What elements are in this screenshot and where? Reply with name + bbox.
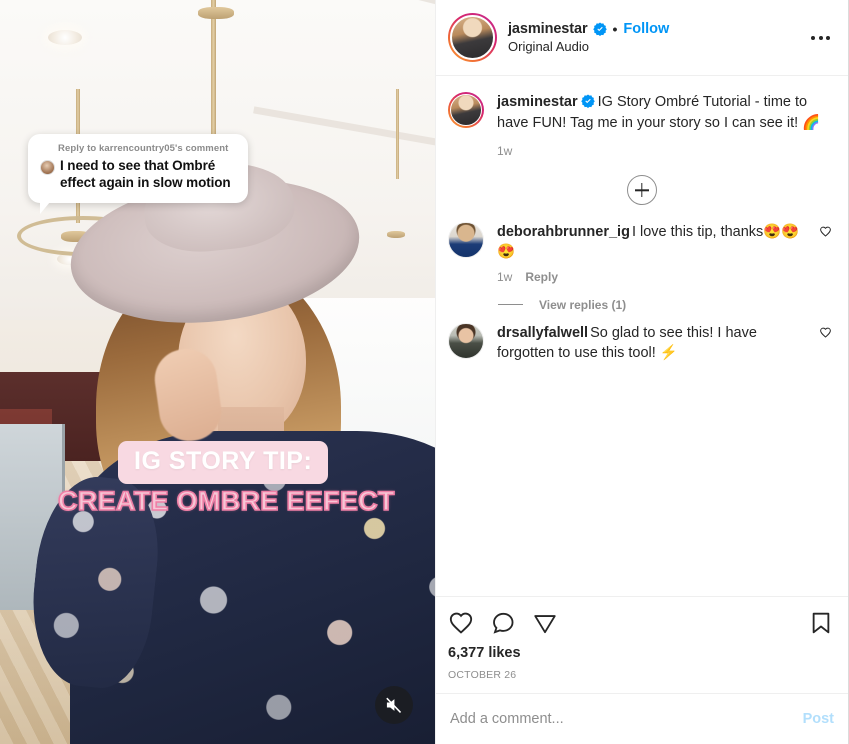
commenter-username[interactable]: deborahbrunner_ig — [497, 224, 630, 240]
reply-overlay-text: I need to see that Ombré effect again in… — [60, 158, 231, 190]
action-icons-left — [448, 610, 558, 636]
comment-item: drsallyfalwell So glad to see this! I hav… — [436, 312, 848, 364]
verified-badge-icon — [592, 22, 607, 36]
pendant-canopy — [197, 7, 234, 20]
avatar-image — [450, 15, 495, 60]
header-separator: • — [612, 21, 618, 37]
follow-button[interactable]: Follow — [623, 21, 669, 37]
comment-input[interactable] — [450, 711, 793, 727]
avatar-image — [450, 94, 482, 126]
load-more-comments[interactable] — [436, 175, 848, 206]
post-comment-button[interactable]: Post — [793, 711, 834, 727]
commenter-avatar[interactable] — [448, 322, 484, 359]
post-header: jasminestar • Follow Original Audio — [436, 0, 848, 76]
header-username-row: jasminestar • Follow — [508, 21, 801, 37]
reply-overlay-header: Reply to karrencountry05's comment — [58, 143, 229, 154]
caption-text-block: jasminestar IG Story Ombré Tutorial - tim… — [497, 92, 834, 158]
likes-count[interactable]: 6,377 likes — [448, 645, 834, 661]
comment-text-line: drsallyfalwell So glad to see this! I hav… — [497, 323, 811, 364]
dot — [811, 35, 815, 40]
caption-line: jasminestar IG Story Ombré Tutorial - tim… — [497, 92, 834, 133]
audio-label[interactable]: Original Audio — [508, 39, 801, 54]
action-icons-row — [448, 604, 834, 640]
reply-overlay-bubble: Reply to karrencountry05's comment I nee… — [28, 134, 248, 214]
comment-item: deborahbrunner_ig I love this tip, thanks… — [436, 211, 848, 284]
video-player[interactable]: Reply to karrencountry05's comment I nee… — [0, 0, 435, 744]
header-text-block: jasminestar • Follow Original Audio — [508, 21, 801, 54]
commenter-avatar[interactable] — [448, 222, 484, 259]
share-paper-plane-icon[interactable] — [532, 610, 558, 636]
verified-badge-icon — [580, 94, 595, 108]
caption-block: jasminestar IG Story Ombré Tutorial - tim… — [436, 76, 848, 158]
comment-bubble-icon[interactable] — [490, 610, 516, 636]
view-replies-label: View replies (1) — [539, 297, 627, 312]
comment-reply-button[interactable]: Reply — [525, 270, 558, 284]
dot — [818, 35, 823, 40]
comment-body: deborahbrunner_ig I love this tip, thanks… — [497, 222, 811, 284]
recessed-light — [47, 29, 82, 45]
heart-outline-icon[interactable] — [448, 610, 474, 636]
instagram-post: Reply to karrencountry05's comment I nee… — [0, 0, 849, 744]
post-sidebar: jasminestar • Follow Original Audio jasm… — [435, 0, 849, 744]
post-actions: 6,377 likes OCTOBER 26 — [436, 596, 848, 693]
plus-circle-icon[interactable] — [627, 175, 657, 206]
tip-subtitle-text: CREATE OMBRE EEFECT — [57, 485, 395, 517]
heart-outline-icon[interactable] — [811, 222, 834, 284]
comments-scroll-area[interactable]: jasminestar IG Story Ombré Tutorial - tim… — [436, 76, 848, 596]
avatar[interactable] — [448, 13, 497, 62]
replies-rule — [498, 304, 523, 306]
caption-avatar[interactable] — [448, 92, 484, 128]
caption-username[interactable]: jasminestar — [497, 94, 578, 110]
caption-timestamp: 1w — [497, 144, 513, 159]
commenter-username[interactable]: drsallyfalwell — [497, 325, 588, 341]
header-username[interactable]: jasminestar — [508, 21, 588, 37]
heart-outline-icon[interactable] — [811, 323, 834, 364]
add-comment-bar: Post — [436, 693, 848, 744]
video-frame — [0, 0, 435, 744]
bookmark-outline-icon[interactable] — [808, 610, 834, 636]
comment-body: drsallyfalwell So glad to see this! I hav… — [497, 323, 811, 364]
more-options-icon[interactable] — [801, 28, 834, 48]
reply-commenter-avatar — [40, 160, 55, 175]
dot — [826, 35, 830, 40]
post-date: OCTOBER 26 — [448, 669, 517, 681]
reply-overlay-body: I need to see that Ombré effect again in… — [40, 158, 236, 192]
comment-text-line: deborahbrunner_ig I love this tip, thanks… — [497, 222, 811, 263]
view-replies-button[interactable]: View replies (1) — [498, 298, 848, 312]
pendant-rod — [210, 0, 216, 149]
tip-badge-text: IG STORY TIP: — [118, 441, 329, 484]
mute-speaker-icon[interactable] — [375, 686, 413, 724]
comment-meta: 1w Reply — [497, 270, 811, 284]
comment-timestamp: 1w — [497, 269, 513, 284]
